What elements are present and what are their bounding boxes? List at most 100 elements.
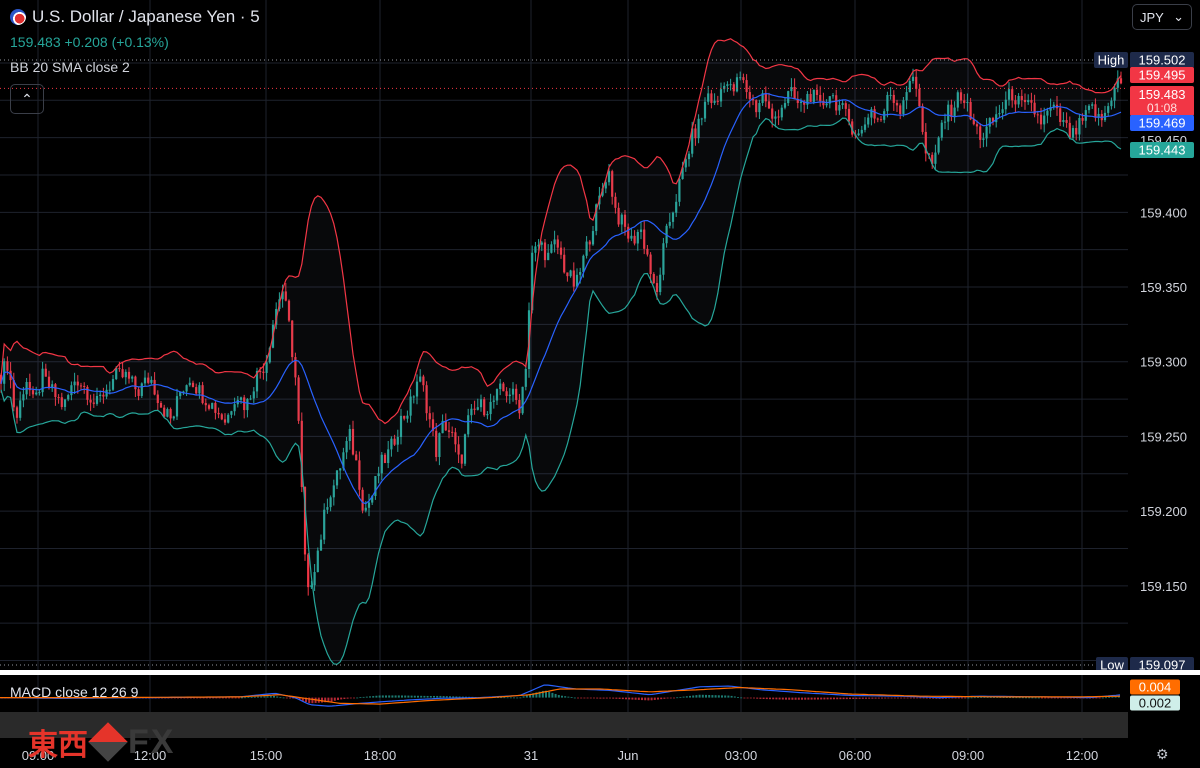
macd-hist-bar: [385, 695, 387, 698]
macd-hist-bar: [810, 697, 813, 700]
macd-hist-bar: [663, 697, 666, 699]
y-tick-label: 159.200: [1140, 504, 1187, 519]
macd-hist-bar: [452, 696, 455, 698]
macd-hist-bar: [957, 697, 960, 699]
macd-hist-bar: [551, 692, 554, 698]
macd-hist-bar: [365, 696, 368, 698]
macd-hist-bar: [909, 697, 912, 699]
macd-line: [0, 684, 1121, 707]
tag-bb-basis: 159.469: [1139, 116, 1186, 131]
indicator-legend-bb[interactable]: BB 20 SMA close 2: [10, 59, 130, 75]
macd-hist-bar: [657, 697, 659, 700]
macd-hist-bar: [913, 697, 915, 699]
macd-hist-bar: [890, 697, 893, 699]
macd-hist-bar: [407, 695, 410, 698]
macd-hist-bar: [669, 697, 672, 699]
signal-line: [0, 686, 1121, 705]
macd-hist-bar: [410, 695, 413, 698]
macd-hist-bar: [394, 695, 397, 698]
macd-hist-bar: [676, 697, 679, 699]
pane-separator: [0, 670, 1200, 675]
macd-hist-bar: [1034, 697, 1037, 699]
gear-icon[interactable]: ⚙: [1156, 746, 1169, 763]
macd-hist-bar: [765, 697, 768, 700]
macd-hist-bar: [241, 697, 243, 699]
y-tick-label: 159.250: [1140, 429, 1187, 444]
macd-hist-bar: [650, 697, 653, 701]
macd-hist-bar: [679, 696, 682, 698]
macd-hist-bar: [225, 697, 227, 699]
macd-hist-bar: [397, 695, 400, 698]
macd-hist-bar: [721, 695, 723, 698]
macd-hist-bar: [1041, 697, 1043, 699]
macd-hist-bar: [855, 697, 858, 699]
macd-hist-bar: [900, 697, 903, 699]
macd-hist-bar: [321, 697, 323, 703]
x-tick-label: 12:00: [1066, 748, 1099, 763]
macd-hist-bar: [829, 697, 832, 700]
tag-macd: 0.004: [1139, 680, 1172, 695]
macd-hist-bar: [705, 694, 707, 698]
macd-hist-bar: [221, 697, 224, 699]
collapse-legend-button[interactable]: ⌃: [10, 84, 44, 114]
macd-hist-bar: [273, 695, 275, 698]
y-tick-label: 159.300: [1140, 355, 1187, 370]
macd-hist-bar: [823, 697, 826, 700]
macd-hist-bar: [922, 697, 925, 699]
price-chart[interactable]: 159.400 159.350 159.300 159.250 159.200 159.1…: [0, 0, 1200, 768]
x-tick-label: 09:00: [952, 748, 985, 763]
macd-hist-bar: [577, 697, 579, 699]
macd-hist-bar: [817, 697, 819, 700]
quote-line: 159.483 +0.208 (+0.13%): [10, 34, 169, 50]
tag-countdown: 01:08: [1147, 101, 1177, 115]
symbol-title[interactable]: U.S. Dollar / Japanese Yen · 5: [10, 7, 260, 27]
macd-hist-bar: [228, 697, 231, 699]
macd-hist-bar: [877, 697, 880, 699]
macd-hist-bar: [849, 697, 851, 700]
indicator-legend-macd[interactable]: MACD close 12 26 9: [10, 684, 138, 700]
macd-hist-bar: [573, 697, 576, 699]
macd-hist-bar: [449, 696, 451, 698]
macd-hist-bar: [775, 697, 778, 700]
macd-hist-bar: [740, 697, 743, 699]
macd-hist-bar: [714, 695, 717, 698]
macd-hist-bar: [727, 695, 730, 698]
macd-hist-bar: [1098, 697, 1101, 699]
y-tick-label: 159.150: [1140, 579, 1187, 594]
price-change: +0.208 (+0.13%): [64, 34, 169, 50]
macd-hist-bar: [973, 697, 976, 699]
macd-hist-bar: [753, 697, 755, 699]
macd-hist-bar: [337, 697, 339, 700]
macd-hist-bar: [871, 697, 874, 699]
macd-hist-bar: [884, 697, 887, 699]
x-tick-label: 06:00: [839, 748, 872, 763]
macd-hist-bar: [647, 697, 650, 701]
macd-hist-bar: [964, 697, 967, 699]
macd-hist-bar: [583, 697, 586, 699]
macd-hist-bar: [919, 697, 922, 699]
macd-hist-bar: [503, 697, 506, 699]
macd-hist-bar: [442, 696, 445, 698]
macd-hist-bar: [266, 696, 269, 698]
macd-hist-bar: [788, 697, 791, 700]
currency-selector[interactable]: JPY ⌄: [1132, 4, 1192, 30]
macd-hist-bar: [253, 696, 256, 698]
macd-hist-bar: [708, 694, 711, 698]
tag-bb-lower: 159.443: [1139, 143, 1186, 158]
macd-hist-bar: [1021, 697, 1024, 699]
macd-hist-bar: [375, 695, 378, 698]
macd-hist-bar: [554, 693, 557, 698]
macd-hist-bar: [417, 695, 419, 698]
macd-hist-bar: [881, 697, 883, 699]
y-tick-label: 159.350: [1140, 280, 1187, 295]
macd-hist-bar: [276, 696, 279, 698]
macd-hist-bar: [439, 695, 442, 698]
macd-hist-bar: [685, 696, 688, 698]
macd-hist-bar: [666, 697, 669, 699]
macd-hist-bar: [711, 695, 714, 698]
macd-hist-bar: [695, 695, 698, 698]
macd-hist-bar: [599, 697, 602, 699]
candle-body: [307, 554, 310, 588]
macd-hist-bar: [1037, 697, 1040, 699]
macd-hist-bar: [1047, 697, 1050, 699]
